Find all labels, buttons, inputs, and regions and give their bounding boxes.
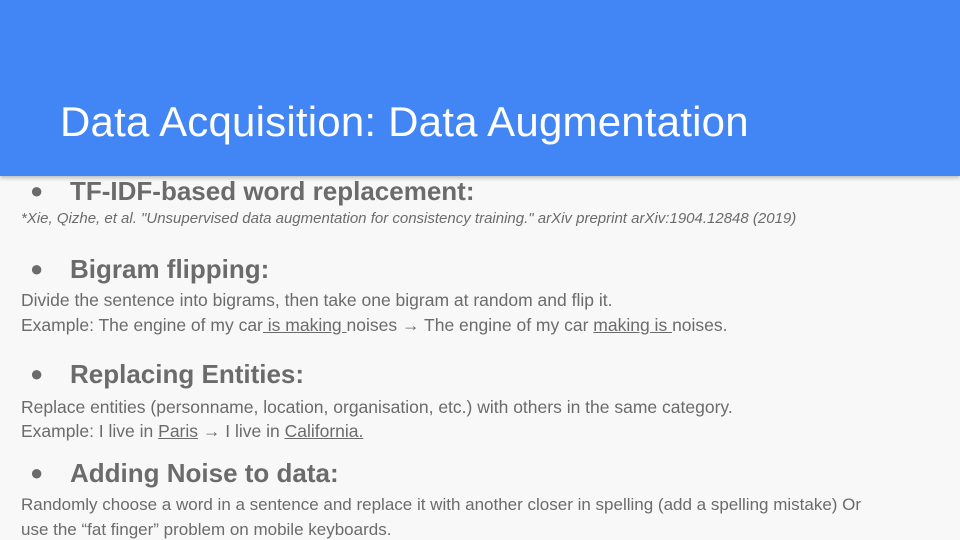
- underlined-phrase: making is: [593, 315, 673, 335]
- title-banner: Data Acquisition: Data Augmentation: [0, 0, 960, 176]
- citation-text: *Xie, Qizhe, et al. "Unsupervised data a…: [21, 210, 797, 227]
- heading-text: Bigram flipping:: [70, 254, 270, 284]
- section-heading-entities: ● Replacing Entities:: [30, 359, 304, 390]
- heading-text: Replacing Entities:: [70, 359, 305, 389]
- bullet-icon: ●: [30, 178, 44, 203]
- section-heading-noise: ● Adding Noise to data:: [30, 458, 339, 489]
- entities-description: Replace entities (personname, location, …: [21, 397, 733, 417]
- underlined-phrase: is making: [262, 315, 347, 335]
- heading-text: TF-IDF-based word replacement:: [70, 176, 475, 206]
- bigram-description: Divide the sentence into bigrams, then t…: [21, 290, 613, 310]
- slide-title: Data Acquisition: Data Augmentation: [60, 98, 749, 145]
- bigram-example: Example: The engine of my car is making …: [21, 315, 728, 336]
- underlined-phrase: Paris: [158, 421, 199, 441]
- underlined-phrase: California.: [284, 421, 364, 441]
- bullet-icon: ●: [30, 361, 44, 386]
- entities-example: Example: I live in Paris → I live in Cal…: [21, 421, 363, 442]
- example-prefix: Example: I live in: [21, 421, 159, 441]
- example-middle: noises → The engine of my car: [346, 315, 594, 335]
- example-middle: → I live in: [198, 421, 285, 441]
- bullet-icon: ●: [30, 256, 44, 281]
- example-suffix: noises.: [672, 315, 728, 335]
- bullet-icon: ●: [30, 460, 44, 485]
- noise-description-line1: Randomly choose a word in a sentence and…: [21, 495, 862, 514]
- heading-text: Adding Noise to data:: [70, 458, 339, 488]
- section-heading-bigram: ● Bigram flipping:: [30, 254, 269, 285]
- example-prefix: Example: The engine of my car: [21, 315, 263, 335]
- noise-description-line2: use the “fat finger” problem on mobile k…: [21, 520, 392, 539]
- section-heading-tfidf: ● TF-IDF-based word replacement:: [30, 176, 475, 207]
